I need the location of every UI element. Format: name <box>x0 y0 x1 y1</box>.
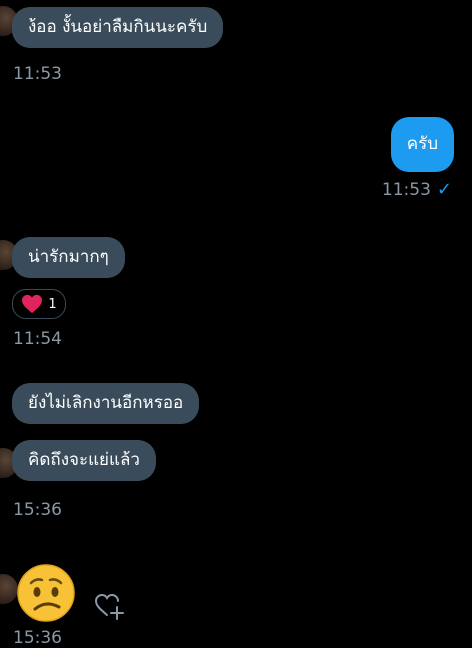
message-bubble-incoming[interactable]: คิดถึงจะแย่แล้ว <box>12 440 156 481</box>
message-timestamp: 11:53 <box>13 64 62 84</box>
message-text: ยังไม่เลิกงานอีกหรออ <box>28 393 184 413</box>
message-timestamp: 15:36 <box>13 500 62 520</box>
message-text: ง้ออ งั้นอย่าลืมกินนะครับ <box>28 17 208 37</box>
message-bubble-incoming[interactable]: ง้ออ งั้นอย่าลืมกินนะครับ <box>12 7 224 48</box>
heart-icon <box>22 294 43 314</box>
worried-face-emoji-icon[interactable] <box>16 563 76 623</box>
message-timestamp: 15:36 <box>13 628 62 648</box>
message-bubble-outgoing[interactable]: ครับ <box>390 117 454 172</box>
reaction-chip[interactable]: 1 <box>12 289 66 319</box>
reaction-count: 1 <box>48 296 57 312</box>
message-bubble-incoming[interactable]: น่ารักมากๆ <box>12 237 125 278</box>
message-timestamp: 11:54 <box>13 329 62 349</box>
sent-check-icon: ✓ <box>436 179 452 200</box>
message-text: คิดถึงจะแย่แล้ว <box>28 450 140 470</box>
message-timestamp: 11:53 <box>381 179 431 200</box>
add-reaction-heart-icon[interactable] <box>93 590 125 620</box>
message-text: น่ารักมากๆ <box>28 247 109 267</box>
message-text: ครับ <box>406 134 438 154</box>
message-bubble-incoming[interactable]: ยังไม่เลิกงานอีกหรออ <box>12 383 200 424</box>
message-timestamp-row: 11:53 ✓ <box>382 179 452 200</box>
